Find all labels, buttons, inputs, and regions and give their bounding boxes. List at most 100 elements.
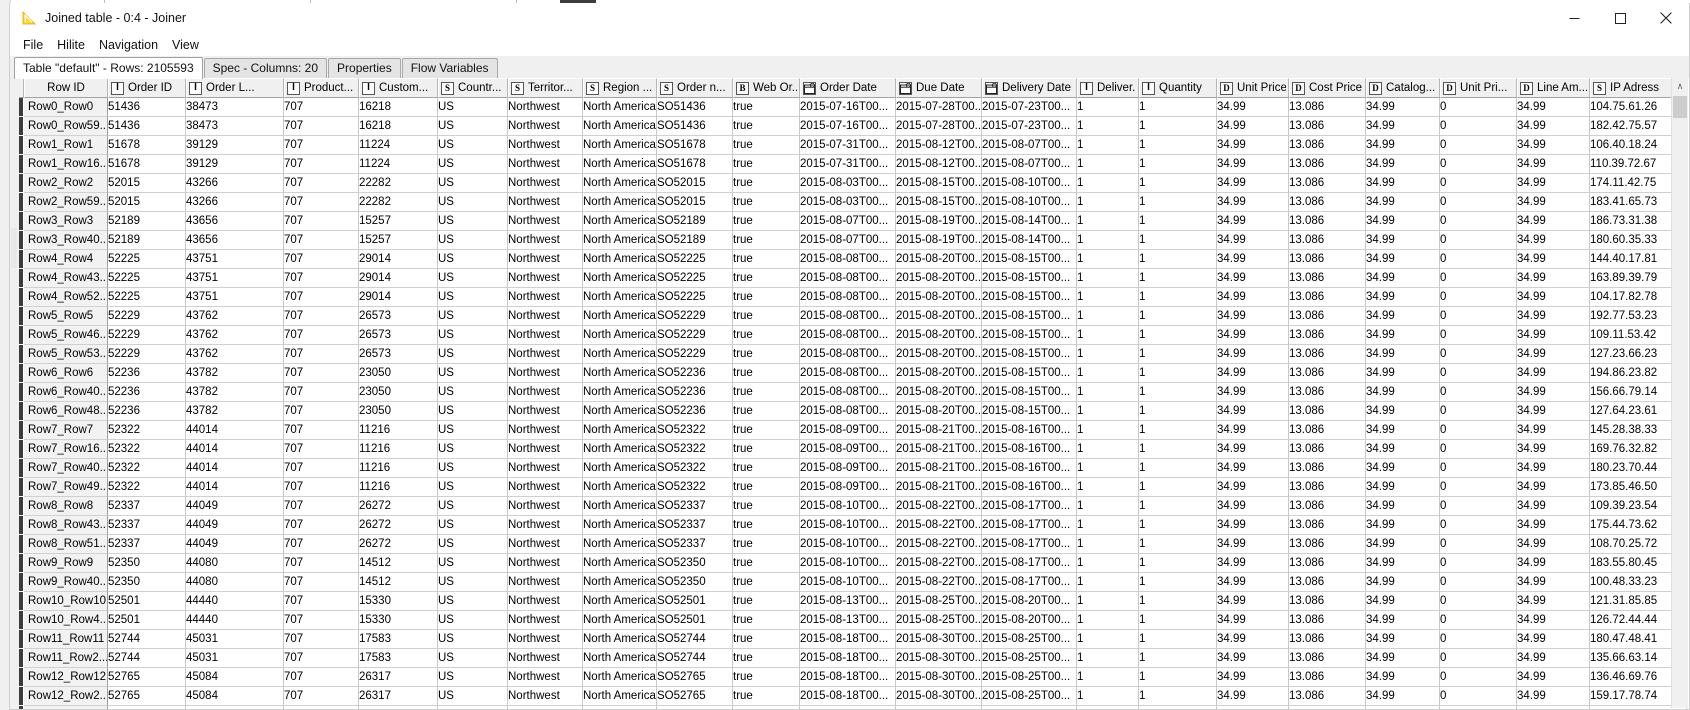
table-cell: 2015-08-14T00... <box>982 212 1077 231</box>
tab-flow-variables[interactable]: Flow Variables <box>401 58 498 78</box>
table-row[interactable]: Row1_Row16... 51678 39129 707 11224 US Northwe… <box>10 155 1687 174</box>
table-cell: SO52501 <box>657 611 733 630</box>
column-header-14[interactable]: D Unit Price <box>1217 78 1289 98</box>
table-row[interactable]: Row8_Row43... 52337 44049 707 26272 US Northwe… <box>10 516 1687 535</box>
table-cell: 2015-08-15T00... <box>982 250 1077 269</box>
window-frame: Joined table - 0:4 - Joiner File Hilite … <box>9 3 1690 710</box>
table-row[interactable]: Row11_Row2... 52744 45031 707 17583 US Northwe… <box>10 649 1687 668</box>
column-header-18[interactable]: D Line Am... <box>1517 78 1590 98</box>
table-cell: 2015-08-08T00... <box>800 364 896 383</box>
table-row[interactable]: Row8_Row51... 52337 44049 707 26272 US Northwe… <box>10 535 1687 554</box>
scroll-up-arrow[interactable]: ∧ <box>1672 78 1688 95</box>
table-cell: Northwest <box>508 383 583 402</box>
column-header-12[interactable]: I Deliver... <box>1077 78 1139 98</box>
table-row[interactable]: Row11_Row11 52744 45031 707 17583 US Northwest… <box>10 630 1687 649</box>
column-header-6[interactable]: S Region ... <box>583 78 657 98</box>
table-row[interactable]: Row10_Row4... 52501 44440 707 15330 US Northwe… <box>10 611 1687 630</box>
table-row[interactable]: Row1_Row1 51678 39129 707 11224 US Northwest No… <box>10 136 1687 155</box>
column-header-9[interactable]: Order Date <box>800 78 896 98</box>
maximize-button[interactable] <box>1597 3 1643 33</box>
type-string-icon: S <box>1593 81 1606 95</box>
table-row[interactable]: Row5_Row5 52229 43762 707 26573 US Northwest No… <box>10 307 1687 326</box>
table-cell: 2015-08-07T00... <box>800 212 896 231</box>
column-header-7[interactable]: S Order n... <box>657 78 733 98</box>
table-row[interactable]: Row12_Row2...527654508470726317USNorthwe… <box>10 687 1687 706</box>
table-cell: 34.99 <box>1366 421 1440 440</box>
table-row[interactable]: Row7_Row16... 52322 44014 707 11216 US Northwe… <box>10 440 1687 459</box>
column-header-16[interactable]: D Catalog... <box>1366 78 1440 98</box>
column-header-row-id[interactable]: Row ID <box>24 78 108 98</box>
table-row[interactable]: Row5_Row46... 52229 43762 707 26573 US Northwe… <box>10 326 1687 345</box>
knime-triangle-icon <box>20 9 38 27</box>
table-cell: US <box>438 649 508 668</box>
column-header-15[interactable]: D Cost Price <box>1289 78 1366 98</box>
table-row[interactable]: Row4_Row52... 52225 43751 707 29014 US Northwe… <box>10 288 1687 307</box>
table-cell: SO52765 <box>657 706 733 709</box>
table-row[interactable]: Row4_Row43... 52225 43751 707 29014 US Northwe… <box>10 269 1687 288</box>
table-row[interactable]: Row7_Row40... 52322 44014 707 11216 US Northwe… <box>10 459 1687 478</box>
table-cell: true <box>733 98 800 117</box>
column-header-13[interactable]: I Quantity <box>1139 78 1217 98</box>
table-row[interactable]: Row8_Row8 52337 44049 707 26272 US Northwest No… <box>10 497 1687 516</box>
column-header-11[interactable]: Delivery Date <box>982 78 1077 98</box>
column-header-10[interactable]: Due Date <box>896 78 982 98</box>
table-row[interactable]: Row7_Row7 52322 44014 707 11216 US Northwest No… <box>10 421 1687 440</box>
close-button[interactable] <box>1643 3 1689 33</box>
table-row[interactable]: Row2_Row2 52015 43266 707 22282 US Northwest No… <box>10 174 1687 193</box>
table-cell: 1 <box>1077 288 1139 307</box>
minimize-button[interactable] <box>1551 3 1597 33</box>
table-cell: 52189 <box>108 231 186 250</box>
table-cell: 1 <box>1077 421 1139 440</box>
table-cell: 13.086 <box>1289 478 1366 497</box>
table-cell: 0 <box>1440 440 1517 459</box>
type-integer-icon: I <box>1080 81 1093 95</box>
column-header-17[interactable]: D Unit Pri... <box>1440 78 1517 98</box>
menu-item-file[interactable]: File <box>16 36 50 54</box>
table-row[interactable]: Row12_Row2...527654508470726317USNorthwe… <box>10 706 1687 709</box>
table-cell: US <box>438 497 508 516</box>
table-row[interactable]: Row7_Row49... 52322 44014 707 11216 US Northwe… <box>10 478 1687 497</box>
vertical-scrollbar[interactable]: ∧ <box>1671 78 1688 708</box>
column-header-4[interactable]: S Countr... <box>438 78 508 98</box>
menu-item-navigation[interactable]: Navigation <box>92 36 165 54</box>
scrollbar-thumb[interactable] <box>1673 96 1687 118</box>
table-cell: 2015-08-09T00... <box>800 421 896 440</box>
table-cell: 15330 <box>359 592 438 611</box>
table-row[interactable]: Row5_Row53... 52229 43762 707 26573 US Northwe… <box>10 345 1687 364</box>
table-row[interactable]: Row0_Row59... 51436 38473 707 16218 US Northwe… <box>10 117 1687 136</box>
tab-properties[interactable]: Properties <box>328 58 401 78</box>
table-cell: 11216 <box>359 421 438 440</box>
menu-item-view[interactable]: View <box>165 36 206 54</box>
table-row[interactable]: Row2_Row59... 52015 43266 707 22282 US Northwe… <box>10 193 1687 212</box>
table-row[interactable]: Row6_Row40... 52236 43782 707 23050 US Northwe… <box>10 383 1687 402</box>
column-header-8[interactable]: B Web Or... <box>733 78 800 98</box>
table-row[interactable]: Row9_Row40... 52350 44080 707 14512 US Northwe… <box>10 573 1687 592</box>
table-row[interactable]: Row12_Row12 52765 45084 707 26317 US Northwest… <box>10 668 1687 687</box>
tab-table-default[interactable]: Table "default" - Rows: 2105593 <box>14 57 203 79</box>
table-cell: 1 <box>1139 421 1217 440</box>
type-double-icon: D <box>1292 81 1305 95</box>
data-table-container[interactable]: Row ID I Order ID I Order L... I Product... I Cu… <box>10 78 1689 709</box>
row-id-cell: Row2_Row2 <box>24 174 108 193</box>
column-header-0[interactable]: I Order ID <box>108 78 186 98</box>
table-row[interactable]: Row0_Row0 51436 38473 707 16218 US Northwest No… <box>10 98 1687 117</box>
table-row[interactable]: Row3_Row3 52189 43656 707 15257 US Northwest No… <box>10 212 1687 231</box>
tab-spec-columns[interactable]: Spec - Columns: 20 <box>203 58 328 78</box>
column-header-1[interactable]: I Order L... <box>186 78 284 98</box>
table-row[interactable]: Row6_Row6 52236 43782 707 23050 US Northwest No… <box>10 364 1687 383</box>
table-row[interactable]: Row10_Row10 52501 44440 707 15330 US Northwest… <box>10 592 1687 611</box>
table-cell: 13.086 <box>1289 611 1366 630</box>
table-row[interactable]: Row4_Row4 52225 43751 707 29014 US Northwest No… <box>10 250 1687 269</box>
table-row[interactable]: Row6_Row48... 52236 43782 707 23050 US Northwe… <box>10 402 1687 421</box>
table-row[interactable]: Row3_Row40... 52189 43656 707 15257 US Northwe… <box>10 231 1687 250</box>
row-id-cell: Row4_Row52... <box>24 288 108 307</box>
table-cell: 34.99 <box>1217 136 1289 155</box>
column-header-5[interactable]: S Territor... <box>508 78 583 98</box>
table-cell: US <box>438 117 508 136</box>
table-cell: 52501 <box>108 611 186 630</box>
column-header-3[interactable]: I Custom... <box>359 78 438 98</box>
table-cell: 34.99 <box>1366 592 1440 611</box>
menu-item-hilite[interactable]: Hilite <box>50 36 92 54</box>
table-row[interactable]: Row9_Row9 52350 44080 707 14512 US Northwest No… <box>10 554 1687 573</box>
column-header-2[interactable]: I Product... <box>284 78 359 98</box>
